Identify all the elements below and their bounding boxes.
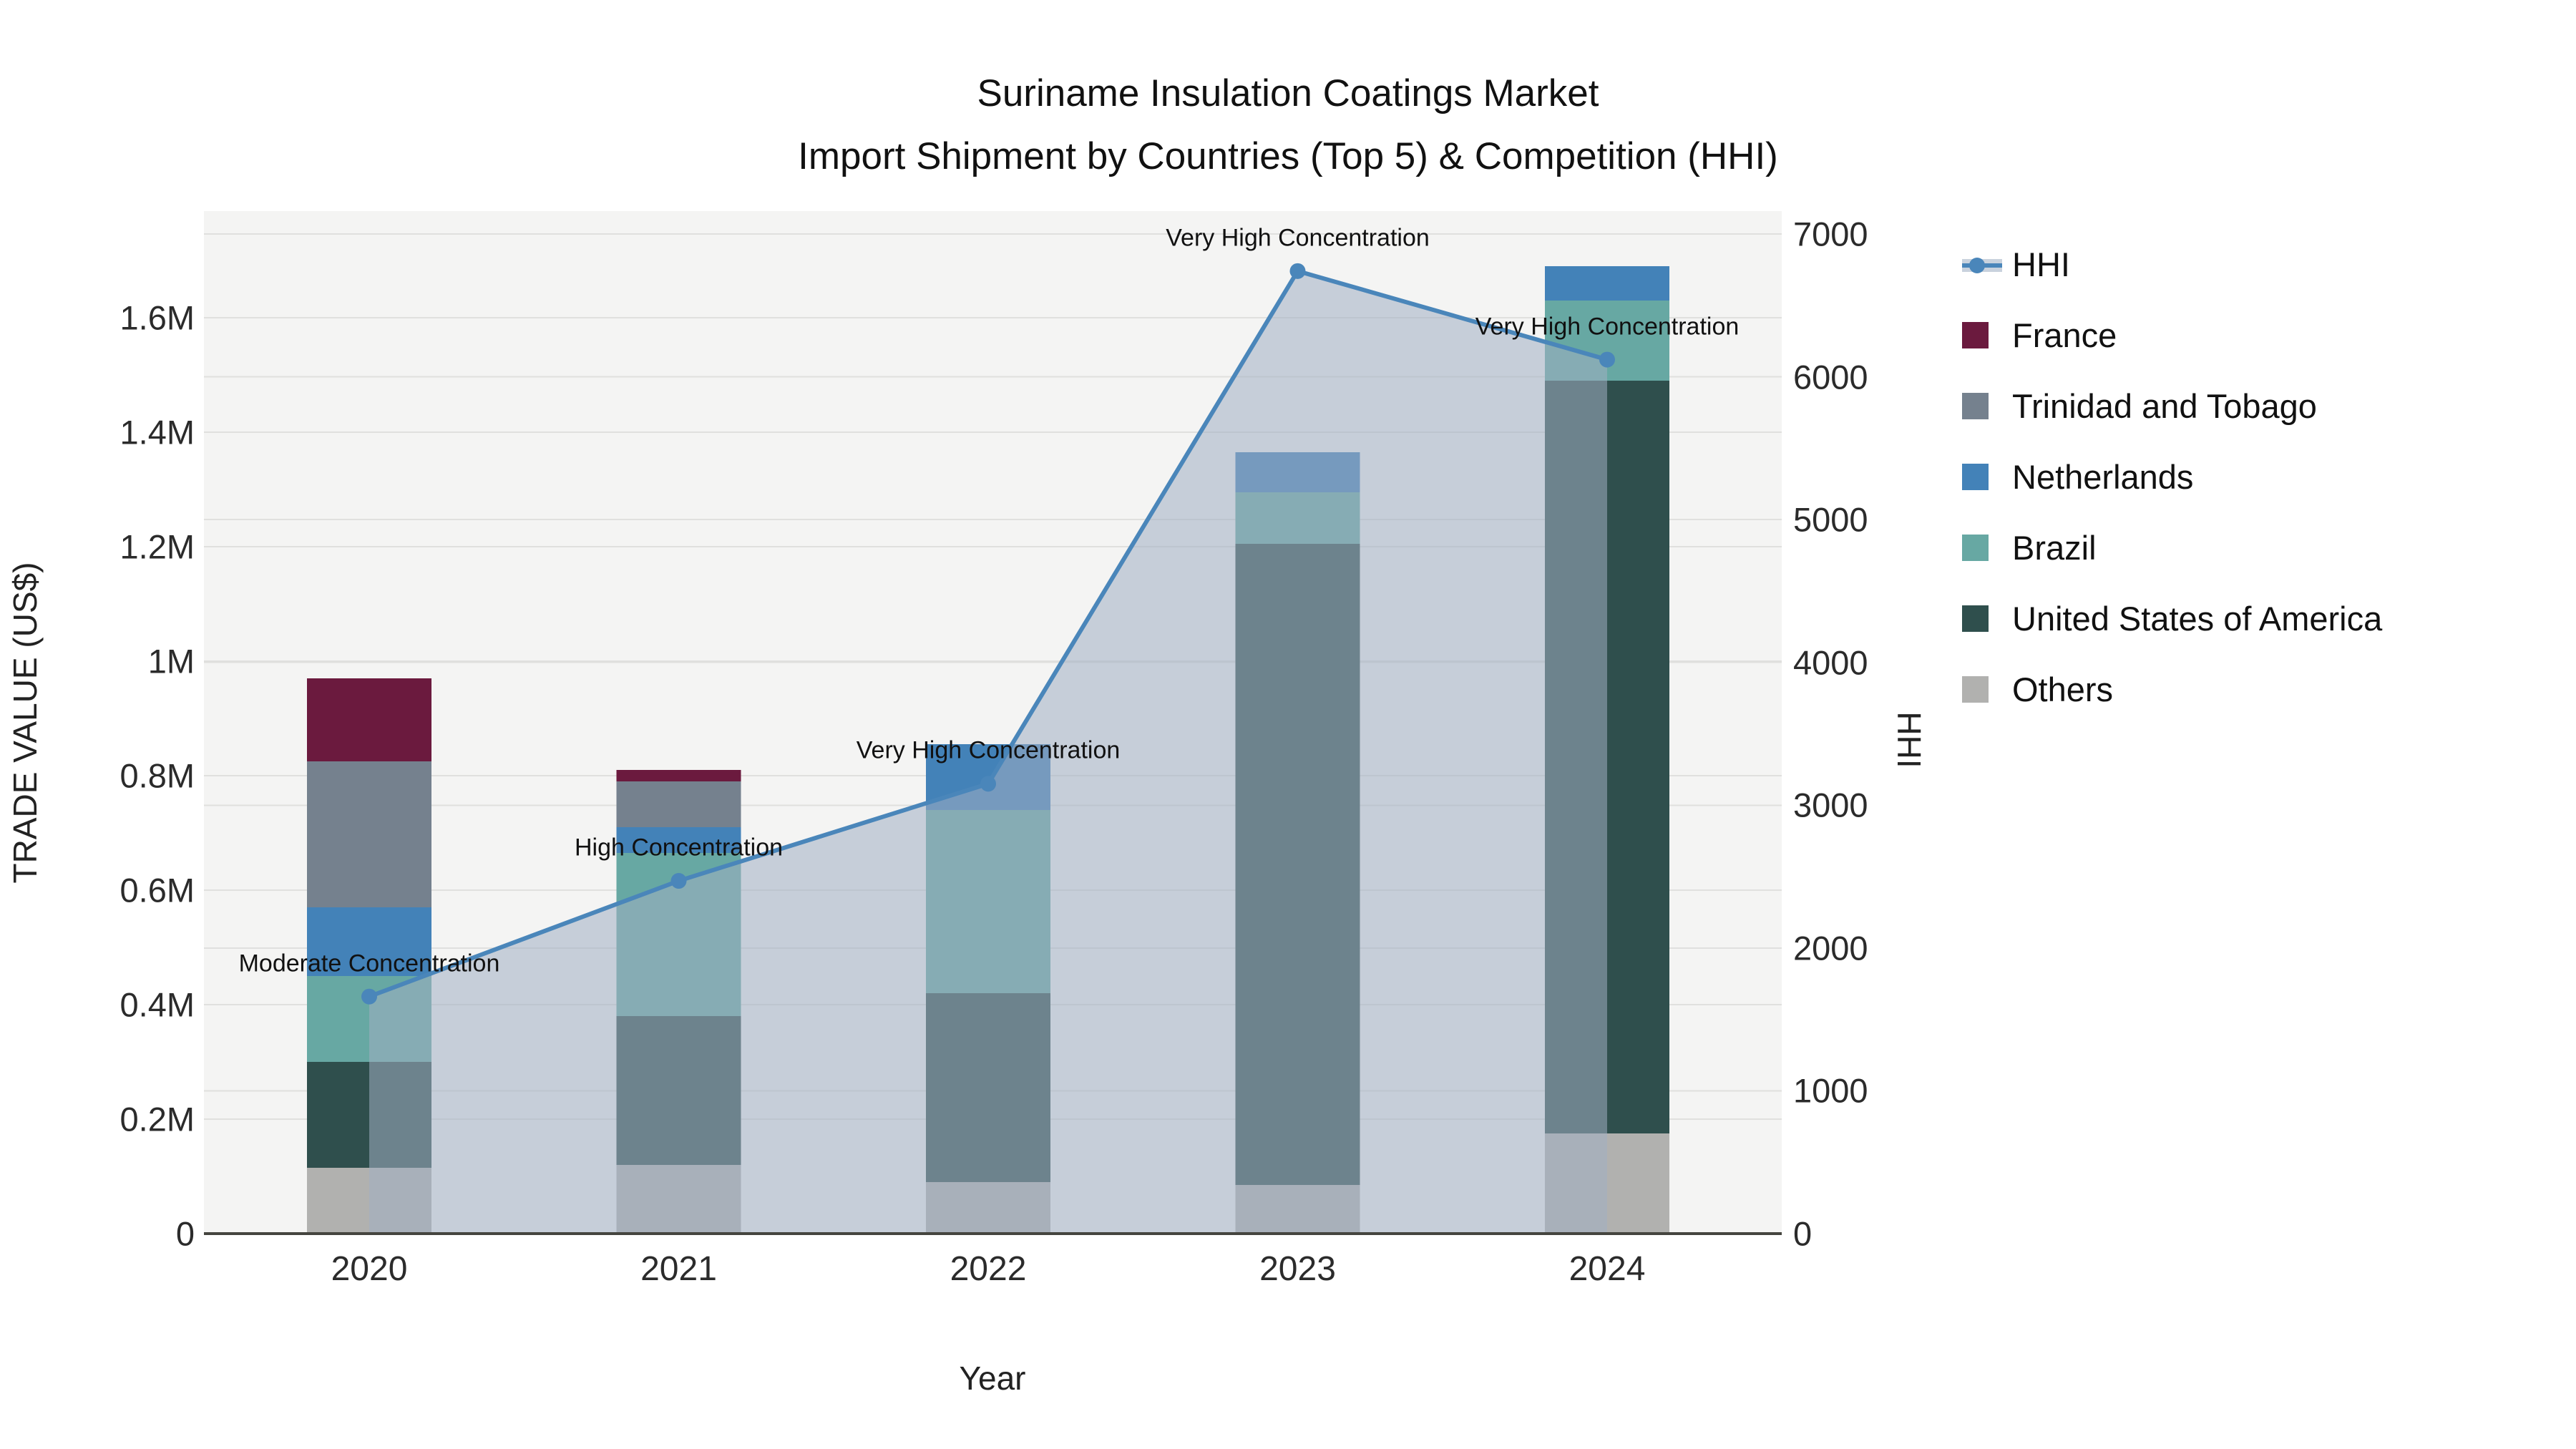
bar-segment-netherlands-2024 (1545, 266, 1669, 301)
legend-swatch-united-states-of-america (1962, 605, 2012, 632)
chart: Suriname Insulation Coatings Market Impo… (0, 0, 2576, 1449)
color-swatch-icon (1962, 464, 1989, 490)
x-tick-2020: 2020 (331, 1250, 408, 1288)
legend-label: Trinidad and Tobago (2012, 387, 2317, 425)
legend-label: France (2012, 316, 2117, 354)
y-tick-right-3000: 3000 (1793, 786, 1868, 824)
legend-swatch-trinidad-and-tobago (1962, 393, 2012, 419)
annotation-2020: Moderate Concentration (238, 950, 500, 977)
y-tick-right-0: 0 (1793, 1214, 1813, 1253)
color-swatch-icon (1962, 393, 1989, 419)
legend-item-trinidad-and-tobago[interactable]: Trinidad and Tobago (1962, 371, 2382, 441)
legend-label: HHI (2012, 245, 2070, 283)
hhi-marker-2023 (1289, 263, 1306, 279)
legend-label: Others (2012, 670, 2114, 708)
chart-title-line1: Suriname Insulation Coatings Market (977, 72, 1599, 114)
legend-label: Netherlands (2012, 458, 2194, 496)
y-tick-right-6000: 6000 (1793, 358, 1868, 396)
y-tick-left-0.4M: 0.4M (119, 985, 195, 1024)
legend: HHI France Trinidad and Tobago Netherlands B… (1962, 229, 2382, 725)
legend-item-netherlands[interactable]: Netherlands (1962, 441, 2382, 512)
annotation-2023: Very High Concentration (1166, 224, 1430, 252)
y-tick-left-0.8M: 0.8M (119, 756, 195, 795)
legend-item-united-states-of-america[interactable]: United States of America (1962, 583, 2382, 654)
y-tick-right-7000: 7000 (1793, 215, 1868, 253)
y-tick-right-1000: 1000 (1793, 1071, 1868, 1110)
legend-item-brazil[interactable]: Brazil (1962, 512, 2382, 583)
annotation-2021: High Concentration (574, 834, 784, 862)
color-swatch-icon (1962, 535, 1989, 561)
y-tick-left-0.2M: 0.2M (119, 1100, 195, 1138)
annotation-2022: Very High Concentration (856, 736, 1121, 764)
y-tick-left-0.6M: 0.6M (119, 871, 195, 909)
y-tick-left-1M: 1M (147, 642, 195, 680)
legend-label: Brazil (2012, 529, 2097, 567)
bar-segment-trinidad-and-tobago-2020 (307, 761, 431, 907)
hhi-line-swatch-icon (1962, 249, 2002, 280)
y-axis-title-right: HHI (1890, 711, 1928, 769)
legend-item-hhi[interactable]: HHI (1962, 229, 2382, 300)
hhi-marker-2020 (361, 988, 377, 1005)
x-tick-2022: 2022 (950, 1250, 1027, 1288)
x-tick-2021: 2021 (640, 1250, 717, 1288)
annotation-2024: Very High Concentration (1475, 313, 1740, 341)
legend-swatch-netherlands (1962, 464, 2012, 490)
legend-swatch-brazil (1962, 535, 2012, 561)
y-tick-left-1.4M: 1.4M (119, 413, 195, 452)
color-swatch-icon (1962, 605, 1989, 632)
legend-item-others[interactable]: Others (1962, 654, 2382, 725)
hhi-marker-2022 (980, 776, 996, 792)
x-tick-2023: 2023 (1259, 1250, 1336, 1288)
x-axis-title: Year (959, 1360, 1026, 1397)
chart-title-line2: Import Shipment by Countries (Top 5) & C… (798, 135, 1778, 177)
color-swatch-icon (1962, 322, 1989, 348)
y-tick-left-1.6M: 1.6M (119, 298, 195, 337)
color-swatch-icon (1962, 676, 1989, 703)
y-tick-right-4000: 4000 (1793, 643, 1868, 682)
hhi-swatch-dot (1969, 257, 1985, 273)
legend-item-france[interactable]: France (1962, 300, 2382, 371)
legend-swatch-others (1962, 676, 2012, 703)
hhi-marker-2024 (1599, 351, 1615, 368)
bar-segment-trinidad-and-tobago-2021 (616, 781, 741, 827)
hhi-marker-2021 (670, 873, 687, 889)
y-tick-right-2000: 2000 (1793, 929, 1868, 967)
legend-swatch-hhi (1962, 249, 2012, 280)
y-tick-left-1.2M: 1.2M (119, 527, 195, 566)
bar-segment-france-2020 (307, 678, 431, 761)
legend-swatch-france (1962, 322, 2012, 348)
x-axis-line (204, 1232, 1782, 1235)
x-tick-2024: 2024 (1568, 1250, 1646, 1288)
y-tick-right-5000: 5000 (1793, 500, 1868, 539)
legend-label: United States of America (2012, 600, 2383, 638)
y-tick-left-0: 0 (175, 1214, 195, 1253)
bar-segment-france-2021 (616, 770, 741, 781)
y-axis-title-left: TRADE VALUE (US$) (6, 562, 44, 884)
